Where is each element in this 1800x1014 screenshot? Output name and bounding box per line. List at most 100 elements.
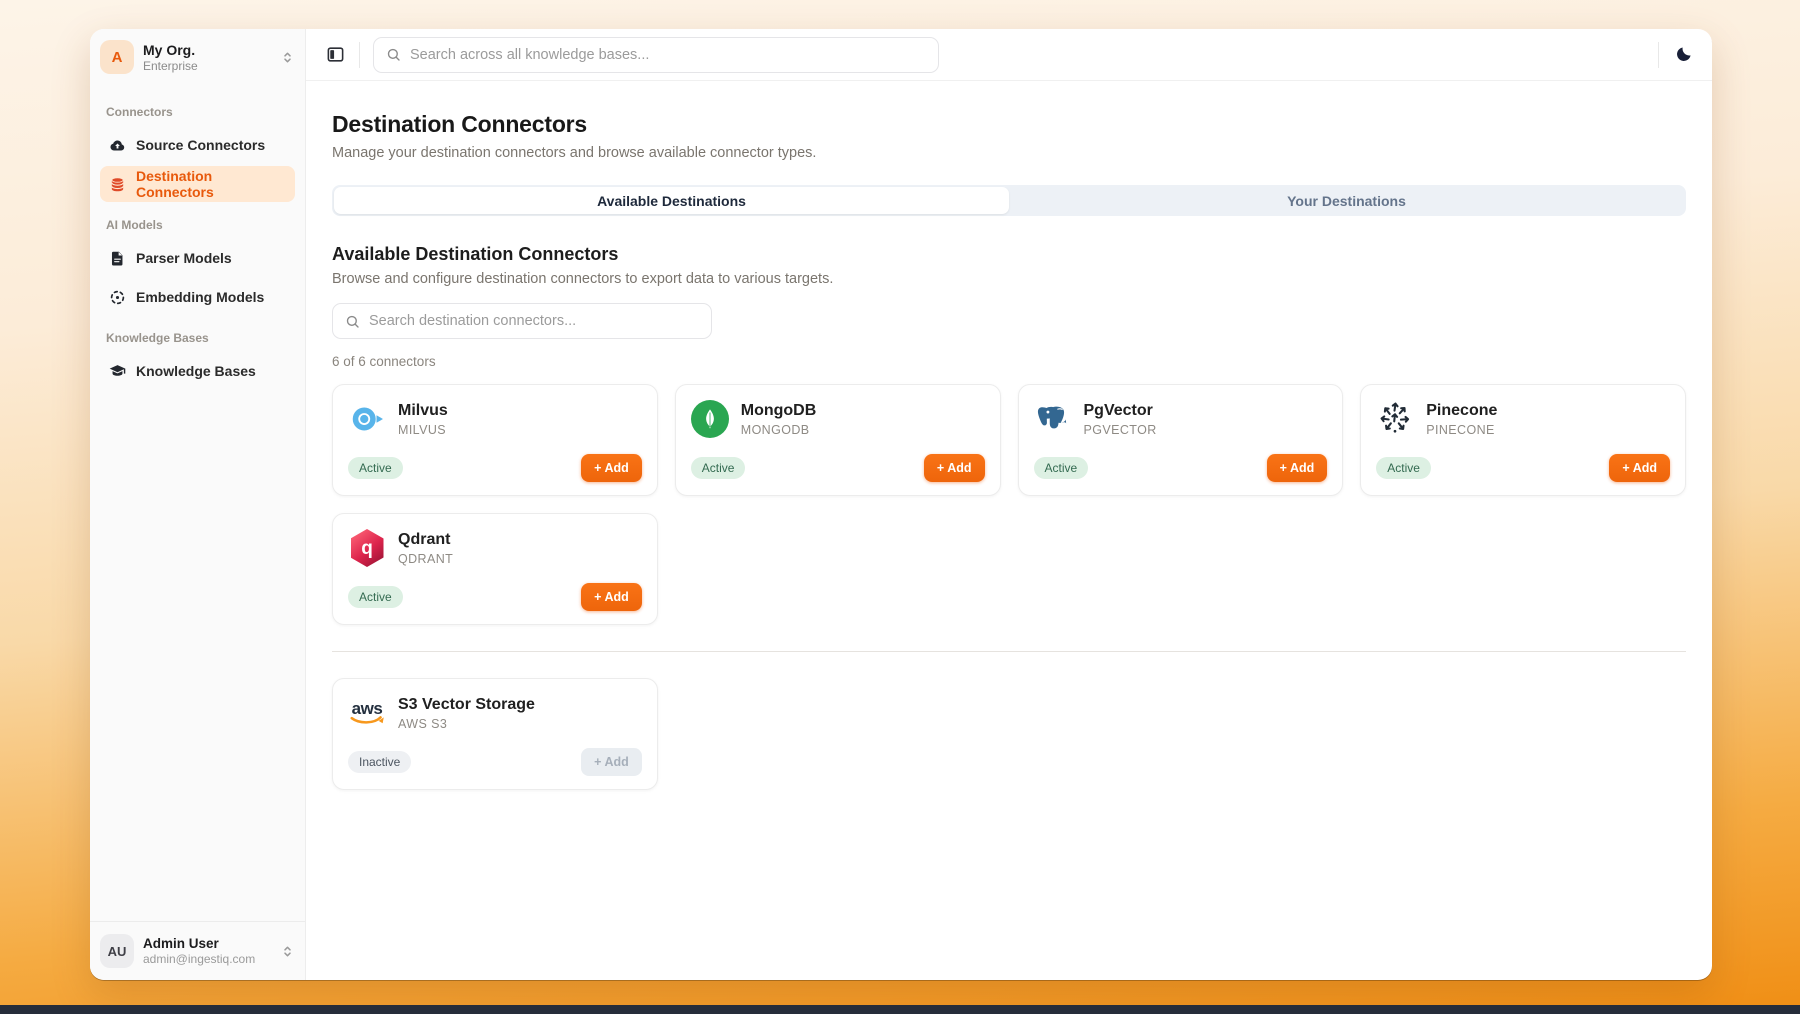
connector-card-milvus: Milvus MILVUS Active + Add xyxy=(332,384,658,496)
status-badge: Active xyxy=(1034,457,1089,479)
add-connector-button[interactable]: + Add xyxy=(1267,454,1328,482)
tab-label: Available Destinations xyxy=(597,193,746,209)
tab-your-destinations[interactable]: Your Destinations xyxy=(1009,187,1684,214)
aws-logo: aws xyxy=(348,694,386,732)
nav-section: Knowledge Bases Knowledge Bases xyxy=(100,331,295,389)
page-subtitle: Manage your destination connectors and b… xyxy=(332,145,1686,161)
add-connector-button[interactable]: + Add xyxy=(581,748,642,776)
connector-name: Milvus xyxy=(398,402,448,420)
nav-section: Connectors Source Connectors Destination… xyxy=(100,105,295,202)
nav-section-label: Connectors xyxy=(106,105,289,119)
main-area: Destination Connectors Manage your desti… xyxy=(306,29,1712,980)
page-title: Destination Connectors xyxy=(332,111,1686,138)
connector-search-input[interactable] xyxy=(369,313,699,329)
org-avatar: A xyxy=(100,40,134,74)
sidebar-toggle-button[interactable] xyxy=(324,44,346,66)
pgvector-logo xyxy=(1034,400,1072,438)
section-subtitle: Browse and configure destination connect… xyxy=(332,271,1686,287)
search-icon xyxy=(345,314,360,329)
connector-code: PGVECTOR xyxy=(1084,423,1157,437)
user-name: Admin User xyxy=(143,936,271,951)
global-search-input[interactable] xyxy=(410,47,926,63)
connector-card-mongodb: MongoDB MONGODB Active + Add xyxy=(675,384,1001,496)
topbar-divider xyxy=(359,42,360,68)
moon-icon xyxy=(1672,45,1694,64)
status-badge: Active xyxy=(348,586,403,608)
sidebar-item-label: Knowledge Bases xyxy=(136,363,256,379)
tab-label: Your Destinations xyxy=(1287,193,1406,209)
graduation-cap-icon xyxy=(109,363,126,380)
org-switcher[interactable]: A My Org. Enterprise xyxy=(90,29,305,85)
result-count: 6 of 6 connectors xyxy=(332,354,1686,369)
user-menu[interactable]: AU Admin User admin@ingestiq.com xyxy=(90,921,305,980)
connector-name: PgVector xyxy=(1084,402,1157,420)
sidebar-item-label: Destination Connectors xyxy=(136,168,286,200)
nav-section-label: AI Models xyxy=(106,218,289,232)
status-badge: Active xyxy=(1376,457,1431,479)
sidebar-item-knowledge-bases[interactable]: Knowledge Bases xyxy=(100,353,295,389)
status-badge: Active xyxy=(348,457,403,479)
connector-name: MongoDB xyxy=(741,402,817,420)
app-window: A My Org. Enterprise Connectors Source C… xyxy=(90,29,1712,980)
nav-section-items: Source Connectors Destination Connectors xyxy=(100,127,295,202)
connector-group-divider xyxy=(332,651,1686,652)
tab-available-destinations[interactable]: Available Destinations xyxy=(334,187,1009,214)
org-plan: Enterprise xyxy=(143,59,271,73)
chevrons-up-down-icon xyxy=(280,50,295,65)
connector-code: MILVUS xyxy=(398,423,448,437)
qdrant-logo: q xyxy=(348,529,386,567)
nav-section-items: Parser Models Embedding Models xyxy=(100,240,295,315)
connector-grid-secondary: aws S3 Vector Storage AWS S3 Inactive + … xyxy=(332,678,1686,790)
topbar-divider xyxy=(1658,42,1659,68)
connector-card-s3-vector-storage: aws S3 Vector Storage AWS S3 Inactive + … xyxy=(332,678,658,790)
sidebar-item-destination-connectors[interactable]: Destination Connectors xyxy=(100,166,295,202)
connector-code: AWS S3 xyxy=(398,717,535,731)
topbar xyxy=(306,29,1712,81)
connector-name: Qdrant xyxy=(398,531,453,549)
add-connector-button[interactable]: + Add xyxy=(924,454,985,482)
add-connector-button[interactable]: + Add xyxy=(581,454,642,482)
status-badge: Inactive xyxy=(348,751,411,773)
user-avatar: AU xyxy=(100,934,134,968)
sidebar-item-label: Parser Models xyxy=(136,250,232,266)
connector-card-pgvector: PgVector PGVECTOR Active + Add xyxy=(1018,384,1344,496)
panel-left-icon xyxy=(324,45,346,64)
add-connector-button[interactable]: + Add xyxy=(1609,454,1670,482)
page-content: Destination Connectors Manage your desti… xyxy=(306,81,1712,980)
theme-toggle-button[interactable] xyxy=(1672,44,1694,66)
connector-code: PINECONE xyxy=(1426,423,1497,437)
connector-card-pinecone: Pinecone PINECONE Active + Add xyxy=(1360,384,1686,496)
status-badge: Active xyxy=(691,457,746,479)
scan-circle-icon xyxy=(109,289,126,306)
file-text-icon xyxy=(109,250,126,267)
nav-section-items: Knowledge Bases xyxy=(100,353,295,389)
connector-code: MONGODB xyxy=(741,423,817,437)
global-search xyxy=(373,37,939,73)
connector-search xyxy=(332,303,712,339)
milvus-logo xyxy=(348,400,386,438)
nav-section: AI Models Parser Models Embedding Models xyxy=(100,218,295,315)
cloud-upload-icon xyxy=(109,137,126,154)
sidebar-item-embedding-models[interactable]: Embedding Models xyxy=(100,279,295,315)
database-icon xyxy=(109,176,126,193)
sidebar: A My Org. Enterprise Connectors Source C… xyxy=(90,29,306,980)
chevrons-up-down-icon xyxy=(280,944,295,959)
section-title: Available Destination Connectors xyxy=(332,244,1686,265)
sidebar-item-source-connectors[interactable]: Source Connectors xyxy=(100,127,295,163)
sidebar-nav: Connectors Source Connectors Destination… xyxy=(90,85,305,921)
connector-name: Pinecone xyxy=(1426,402,1497,420)
sidebar-item-label: Source Connectors xyxy=(136,137,265,153)
org-name: My Org. xyxy=(143,42,271,58)
user-email: admin@ingestiq.com xyxy=(143,952,271,966)
add-connector-button[interactable]: + Add xyxy=(581,583,642,611)
tabs-strip: Available Destinations Your Destinations xyxy=(332,185,1686,216)
connector-grid-main: Milvus MILVUS Active + Add MongoDB MONGO… xyxy=(332,384,1686,625)
pinecone-logo xyxy=(1376,400,1414,438)
taskbar-strip xyxy=(0,1005,1800,1014)
mongodb-logo xyxy=(691,400,729,438)
connector-name: S3 Vector Storage xyxy=(398,696,535,714)
nav-section-label: Knowledge Bases xyxy=(106,331,289,345)
sidebar-item-parser-models[interactable]: Parser Models xyxy=(100,240,295,276)
sidebar-item-label: Embedding Models xyxy=(136,289,264,305)
search-icon xyxy=(386,47,401,62)
